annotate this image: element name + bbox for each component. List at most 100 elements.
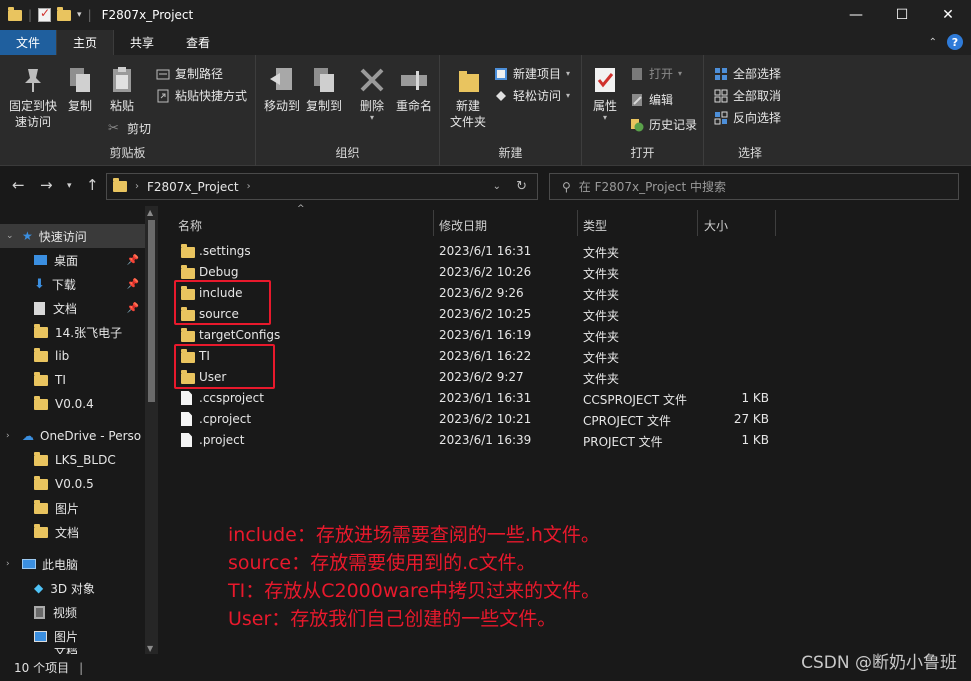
rename-button[interactable]: 重命名 bbox=[392, 65, 436, 114]
nav-item-quick-access[interactable]: ⌄ ★ 快速访问 bbox=[0, 224, 145, 248]
invert-selection-button[interactable]: 反向选择 bbox=[714, 109, 781, 126]
column-header-size[interactable]: 大小 bbox=[704, 214, 728, 236]
scroll-down-icon[interactable]: ▼ bbox=[147, 644, 153, 653]
nav-item-label: 快速访问 bbox=[38, 229, 87, 244]
nav-item-label: 视频 bbox=[53, 605, 78, 620]
up-arrow-icon[interactable]: ↑ bbox=[86, 176, 99, 194]
column-header-name[interactable]: 名称 bbox=[178, 214, 202, 236]
scroll-thumb[interactable] bbox=[148, 220, 155, 402]
copy-label: 复制 bbox=[67, 99, 92, 113]
nav-item-3d-objects[interactable]: ◆ 3D 对象 bbox=[0, 576, 145, 600]
copy-to-button[interactable]: 复制到 bbox=[304, 65, 344, 114]
select-all-button[interactable]: 全部选择 bbox=[714, 65, 781, 82]
history-button[interactable]: 历史记录 bbox=[630, 116, 697, 133]
chevron-up-icon[interactable]: ⌃ bbox=[929, 37, 937, 48]
help-icon[interactable]: ? bbox=[947, 34, 963, 50]
folder-icon[interactable] bbox=[8, 6, 22, 21]
file-row[interactable]: .cproject 2023/6/2 10:21 CPROJECT 文件 27 KB bbox=[176, 409, 966, 430]
pin-icon[interactable]: 📌 bbox=[127, 255, 139, 266]
search-box[interactable]: ⚲ 在 F2807x_Project 中搜索 bbox=[549, 173, 959, 200]
properties-icon[interactable] bbox=[38, 6, 52, 22]
tab-view[interactable]: 查看 bbox=[170, 30, 226, 55]
paste-shortcut-button[interactable]: 粘贴快捷方式 bbox=[156, 87, 247, 104]
delete-button[interactable]: 删除 ▾ bbox=[354, 65, 390, 122]
address-dropdown-icon[interactable]: ⌄ bbox=[493, 181, 501, 192]
forward-arrow-icon[interactable]: → bbox=[40, 176, 53, 194]
file-row[interactable]: .settings 2023/6/1 16:31 文件夹 bbox=[176, 241, 966, 262]
new-folder-button[interactable]: 新建 文件夹 bbox=[446, 65, 490, 130]
edit-icon bbox=[630, 93, 644, 107]
maximize-button[interactable]: ☐ bbox=[879, 0, 925, 30]
new-folder-icon[interactable] bbox=[57, 6, 72, 21]
paste-shortcut-label: 粘贴快捷方式 bbox=[175, 89, 248, 103]
scroll-up-icon[interactable]: ▲ bbox=[147, 208, 153, 217]
nav-item-videos[interactable]: 视频 bbox=[0, 600, 145, 624]
paste-button[interactable]: 粘贴 bbox=[104, 65, 140, 114]
nav-item-folder[interactable]: LKS_BLDC bbox=[0, 448, 145, 472]
select-none-button[interactable]: 全部取消 bbox=[714, 87, 781, 104]
pin-icon[interactable]: 📌 bbox=[127, 303, 139, 314]
new-item-button[interactable]: 新建项目 ▾ bbox=[494, 65, 570, 82]
nav-item-desktop[interactable]: 桌面 📌 bbox=[0, 248, 145, 272]
file-row[interactable]: .project 2023/6/1 16:39 PROJECT 文件 1 KB bbox=[176, 430, 966, 451]
back-arrow-icon[interactable]: ← bbox=[12, 176, 25, 194]
expand-chevron-icon[interactable]: ⌄ bbox=[6, 231, 16, 241]
nav-item-folder[interactable]: TI bbox=[0, 368, 145, 392]
chevron-down-icon: ▾ bbox=[566, 91, 571, 100]
open-button[interactable]: 打开 ▾ bbox=[630, 65, 682, 82]
file-row[interactable]: targetConfigs 2023/6/1 16:19 文件夹 bbox=[176, 325, 966, 346]
expand-chevron-icon[interactable]: › bbox=[6, 559, 16, 569]
close-button[interactable]: ✕ bbox=[925, 0, 971, 30]
desktop-icon bbox=[34, 255, 47, 265]
file-row[interactable]: User 2023/6/2 9:27 文件夹 bbox=[176, 367, 966, 388]
column-divider[interactable] bbox=[775, 210, 776, 236]
column-divider[interactable] bbox=[697, 210, 698, 236]
expand-chevron-icon[interactable]: › bbox=[6, 431, 16, 441]
file-row[interactable]: Debug 2023/6/2 10:26 文件夹 bbox=[176, 262, 966, 283]
nav-item-folder[interactable]: 14.张飞电子 bbox=[0, 320, 145, 344]
nav-item-downloads[interactable]: ⬇ 下载 📌 bbox=[0, 272, 145, 296]
nav-item-folder[interactable]: lib bbox=[0, 344, 145, 368]
cut-button[interactable]: ✂ 剪切 bbox=[108, 120, 151, 137]
move-to-button[interactable]: 移动到 bbox=[262, 65, 302, 114]
nav-item-pictures[interactable]: 图片 bbox=[0, 624, 145, 648]
chevron-down-icon[interactable]: ▾ bbox=[77, 10, 82, 20]
column-divider[interactable] bbox=[577, 210, 578, 236]
file-row[interactable]: .ccsproject 2023/6/1 16:31 CCSPROJECT 文件 1 … bbox=[176, 388, 966, 409]
address-path[interactable]: F2807x_Project bbox=[147, 180, 239, 194]
refresh-icon[interactable]: ↻ bbox=[516, 179, 527, 194]
nav-item-folder[interactable]: 文档 bbox=[0, 520, 145, 544]
easy-access-button[interactable]: 轻松访问 ▾ bbox=[494, 87, 570, 104]
move-to-icon bbox=[267, 65, 297, 95]
file-row[interactable]: TI 2023/6/1 16:22 文件夹 bbox=[176, 346, 966, 367]
file-row[interactable]: include 2023/6/2 9:26 文件夹 bbox=[176, 283, 966, 304]
column-header-modified[interactable]: 修改日期 bbox=[439, 214, 487, 236]
properties-button[interactable]: 属性 ▾ bbox=[588, 65, 622, 122]
pin-icon[interactable]: 📌 bbox=[127, 279, 139, 290]
nav-item-onedrive[interactable]: › ☁ OneDrive - Perso bbox=[0, 424, 145, 448]
tab-share[interactable]: 共享 bbox=[114, 30, 170, 55]
clipboard-group-label: 剪贴板 bbox=[109, 146, 146, 160]
easy-access-label: 轻松访问 bbox=[513, 89, 562, 103]
file-modified: 2023/6/1 16:31 bbox=[439, 391, 532, 405]
address-bar[interactable]: › F2807x_Project › ⌄ ↻ bbox=[106, 173, 538, 200]
copy-button[interactable]: 复制 bbox=[62, 65, 98, 114]
folder-icon bbox=[181, 265, 195, 279]
chevron-right-icon[interactable]: › bbox=[247, 181, 251, 192]
nav-item-folder[interactable]: V0.0.4 bbox=[0, 392, 145, 416]
nav-scrollbar[interactable]: ▲ ▼ bbox=[145, 206, 158, 654]
column-divider[interactable] bbox=[433, 210, 434, 236]
edit-button[interactable]: 编辑 bbox=[630, 91, 673, 108]
minimize-button[interactable]: — bbox=[833, 0, 879, 30]
pin-quick-access-button[interactable]: 固定到快 速访问 bbox=[6, 65, 60, 130]
file-row[interactable]: source 2023/6/2 10:25 文件夹 bbox=[176, 304, 966, 325]
nav-item-folder[interactable]: 图片 bbox=[0, 496, 145, 520]
recent-locations-chevron-icon[interactable]: ▾ bbox=[67, 181, 72, 191]
tab-home[interactable]: 主页 bbox=[56, 30, 115, 55]
nav-item-folder[interactable]: V0.0.5 bbox=[0, 472, 145, 496]
copy-path-button[interactable]: 复制路径 bbox=[156, 65, 223, 82]
nav-item-this-pc[interactable]: › 此电脑 bbox=[0, 552, 145, 576]
tab-file[interactable]: 文件 bbox=[0, 30, 57, 55]
nav-item-documents[interactable]: 文档 📌 bbox=[0, 296, 145, 320]
column-header-type[interactable]: 类型 bbox=[583, 214, 607, 236]
